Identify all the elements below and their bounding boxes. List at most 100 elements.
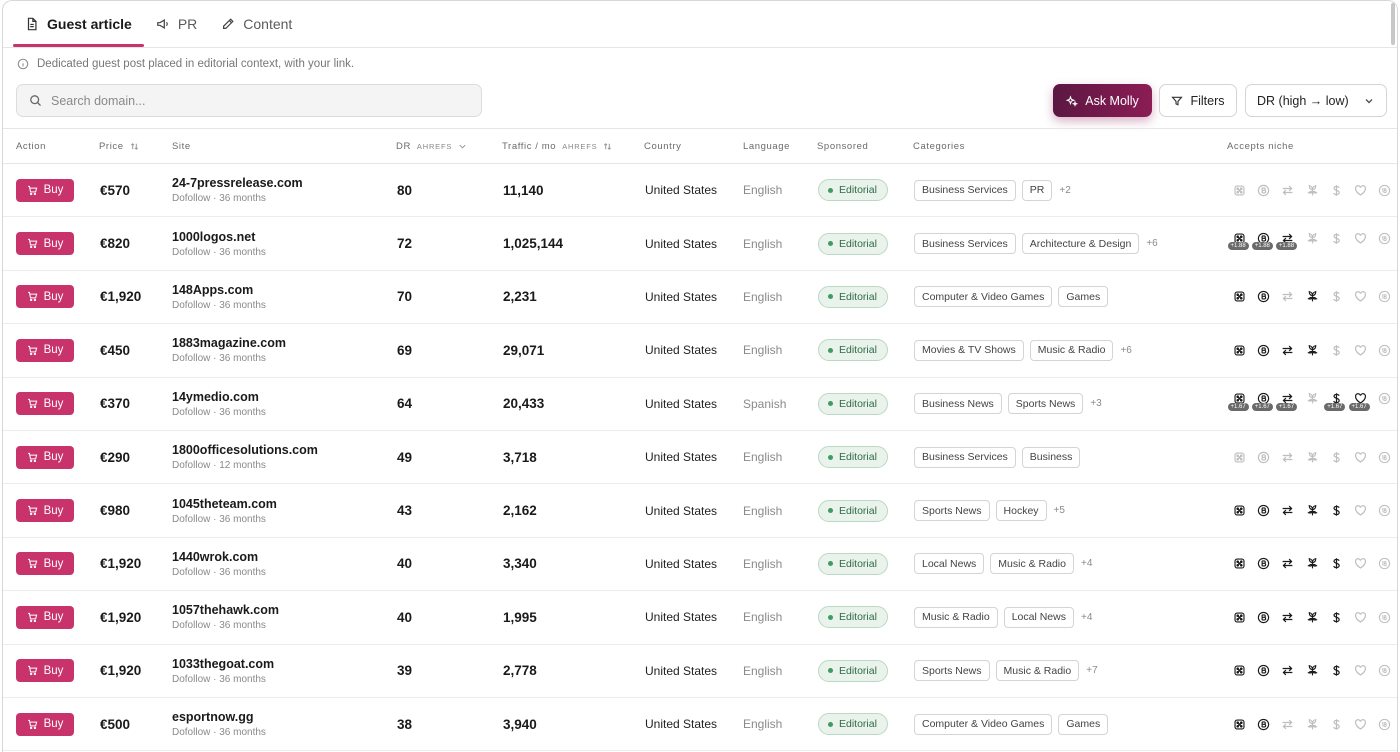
buy-button[interactable]: Buy	[16, 445, 74, 469]
buy-button[interactable]: Buy	[16, 232, 74, 256]
col-language-label: Language	[743, 141, 791, 152]
buy-button[interactable]: Buy	[16, 338, 74, 362]
buy-button[interactable]: Buy	[16, 712, 74, 736]
more-categories[interactable]: +2	[1059, 185, 1070, 196]
traffic-text: 2,778	[503, 663, 537, 679]
category-chip[interactable]: Business News	[914, 393, 1002, 415]
traffic-text: 3,940	[503, 716, 537, 732]
price: €290	[100, 431, 130, 483]
sort-arrows-icon[interactable]	[603, 142, 612, 151]
crypto-icon	[1256, 449, 1272, 465]
category-chip[interactable]: Architecture & Design	[1021, 233, 1140, 255]
category-chip[interactable]: Music & Radio	[1029, 339, 1114, 361]
language: English	[743, 591, 782, 643]
site-name[interactable]: 1057thehawk.com	[172, 603, 279, 617]
casino-icon	[1232, 609, 1248, 625]
forex-icon	[1280, 609, 1296, 625]
site-name[interactable]: 1440wrok.com	[172, 550, 258, 564]
more-categories[interactable]: +5	[1054, 505, 1065, 516]
price-multiplier-badge: +1.88	[1275, 242, 1298, 251]
more-categories[interactable]: +6	[1120, 345, 1131, 356]
category-chip[interactable]: Music & Radio	[914, 606, 998, 628]
category-chip[interactable]: Games	[1058, 286, 1109, 308]
category-chip[interactable]: Computer & Video Games	[914, 713, 1053, 735]
buy-button[interactable]: Buy	[16, 285, 74, 309]
col-price[interactable]: Price	[99, 141, 139, 152]
category-chip[interactable]: Business Services	[914, 446, 1016, 468]
more-categories[interactable]: +6	[1146, 238, 1157, 249]
site-name[interactable]: 1045theteam.com	[172, 497, 277, 511]
site-name[interactable]: 1033thegoat.com	[172, 657, 274, 671]
col-traffic[interactable]: Traffic / mo AHREFS	[502, 141, 612, 152]
site-name[interactable]: 148Apps.com	[172, 283, 253, 297]
buy-label: Buy	[43, 718, 64, 731]
niche-cell	[1232, 645, 1397, 697]
search-input[interactable]	[51, 93, 451, 108]
site-name[interactable]: 14ymedio.com	[172, 390, 259, 404]
buy-button[interactable]: Buy	[16, 659, 74, 683]
site-meta: Dofollow · 36 months	[172, 193, 266, 205]
ask-molly-label: Ask Molly	[1085, 93, 1139, 108]
tab-content[interactable]: Content	[209, 1, 304, 47]
category-chip[interactable]: Sports News	[914, 500, 990, 522]
col-dr[interactable]: DR AHREFS	[396, 141, 467, 152]
buy-button[interactable]: Buy	[16, 605, 74, 629]
traffic-text: 11,140	[503, 182, 544, 198]
sort-arrows-icon[interactable]	[130, 142, 139, 151]
category-chip[interactable]: Computer & Video Games	[914, 286, 1053, 308]
site-cell: 1000logos.net Dofollow · 36 months	[172, 217, 266, 269]
category-chip[interactable]: Business	[1021, 446, 1081, 468]
more-categories[interactable]: +7	[1086, 665, 1097, 676]
forex-icon	[1280, 663, 1296, 679]
more-categories[interactable]: +4	[1081, 558, 1092, 569]
site-name[interactable]: 1800officesolutions.com	[172, 443, 318, 457]
scrollbar[interactable]	[1391, 3, 1395, 45]
buy-button[interactable]: Buy	[16, 499, 74, 523]
chevron-down-icon[interactable]	[458, 142, 467, 151]
category-chip[interactable]: Movies & TV Shows	[914, 339, 1024, 361]
category-chip[interactable]: Business Services	[914, 179, 1016, 201]
site-name[interactable]: 24-7pressrelease.com	[172, 176, 303, 190]
ask-molly-button[interactable]: Ask Molly	[1053, 84, 1152, 117]
casino-icon	[1232, 502, 1248, 518]
buy-button[interactable]: Buy	[16, 552, 74, 576]
filters-button[interactable]: Filters	[1159, 84, 1237, 117]
dr-value: 64	[397, 378, 412, 430]
category-chip[interactable]: PR	[1021, 179, 1053, 201]
buy-button[interactable]: Buy	[16, 178, 74, 202]
category-chip[interactable]: Local News	[914, 553, 985, 575]
category-chip[interactable]: Sports News	[1007, 393, 1084, 415]
tab-guest-article[interactable]: Guest article	[13, 1, 144, 47]
category-chip[interactable]: Hockey	[995, 500, 1047, 522]
site-name[interactable]: 1883magazine.com	[172, 336, 286, 350]
status-badge: Editorial	[818, 552, 888, 575]
table-row: Buy €370 14ymedio.com Dofollow · 36 mont…	[3, 378, 1397, 431]
site-name[interactable]: esportnow.gg	[172, 710, 253, 724]
search-box[interactable]	[16, 84, 482, 117]
cbd-icon	[1304, 556, 1320, 572]
casino-icon: +1.67	[1227, 391, 1249, 411]
price: €450	[100, 324, 130, 376]
status-dot	[828, 614, 833, 620]
site-cell: 24-7pressrelease.com Dofollow · 36 month…	[172, 164, 303, 216]
site-name[interactable]: 1000logos.net	[172, 230, 255, 244]
category-chip[interactable]: Sports News	[914, 660, 990, 682]
category-chip[interactable]: Local News	[1003, 606, 1074, 628]
category-chip[interactable]: Music & Radio	[995, 660, 1080, 682]
forex-icon: +1.67	[1275, 391, 1298, 411]
cart-icon	[27, 399, 37, 409]
buy-button[interactable]: Buy	[16, 392, 74, 416]
category-chip[interactable]: Music & Radio	[990, 553, 1074, 575]
sort-select[interactable]: DR (high → low)	[1245, 84, 1387, 117]
more-categories[interactable]: +3	[1090, 398, 1101, 409]
traffic-value: 3,718	[503, 431, 537, 483]
dr-text: 40	[397, 556, 413, 572]
buy-cell: Buy	[16, 378, 74, 430]
tab-pr[interactable]: PR	[144, 1, 209, 47]
table-row: Buy €980 1045theteam.com Dofollow · 36 m…	[3, 484, 1397, 538]
language-text: English	[743, 503, 783, 518]
more-categories[interactable]: +4	[1081, 612, 1092, 623]
category-chip[interactable]: Games	[1058, 713, 1109, 735]
sponsored-cell: Editorial	[818, 164, 888, 216]
category-chip[interactable]: Business Services	[914, 233, 1016, 255]
